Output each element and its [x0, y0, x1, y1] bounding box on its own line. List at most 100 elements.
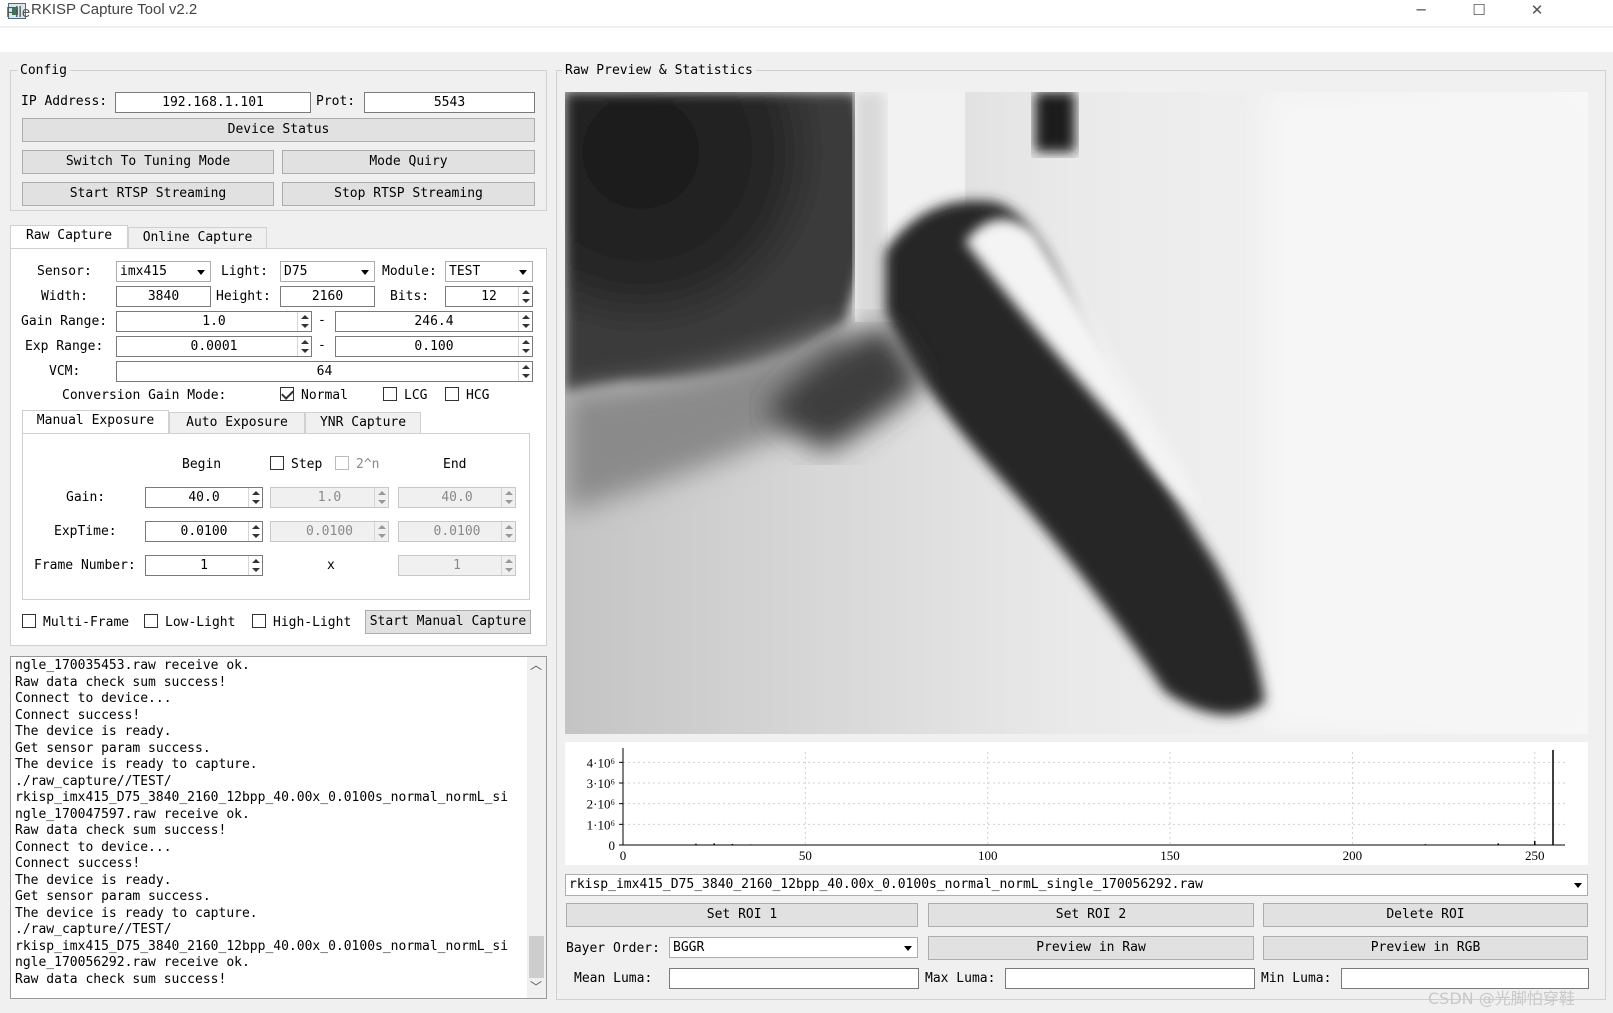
exptime-begin-spinbox[interactable]: 0.0100	[145, 521, 263, 542]
chevron-down-icon	[361, 270, 369, 275]
pow2-checkbox[interactable]	[335, 456, 349, 470]
max-luma-field[interactable]	[1005, 968, 1255, 989]
x-tick-label: 250	[1525, 848, 1545, 863]
start-manual-capture-button[interactable]: Start Manual Capture	[365, 610, 531, 634]
set-roi-1-button[interactable]: Set ROI 1	[566, 903, 918, 927]
height-input[interactable]: 2160	[280, 286, 375, 307]
preview-in-raw-button[interactable]: Preview in Raw	[928, 936, 1254, 960]
mean-luma-label: Mean Luma:	[574, 971, 653, 986]
x-tick-label: 100	[978, 848, 998, 863]
spin-arrows-icon[interactable]	[297, 312, 311, 331]
preview-in-rgb-button[interactable]: Preview in RGB	[1263, 936, 1588, 960]
x-tick-label: 150	[1160, 848, 1180, 863]
spin-arrows-icon[interactable]	[518, 287, 532, 306]
gain-step-value: 1.0	[317, 490, 342, 505]
y-tick-label: 1·10⁶	[587, 817, 615, 832]
cg-normal-checkbox[interactable]	[280, 387, 294, 401]
ip-label: IP Address:	[21, 94, 108, 109]
spin-arrows-icon[interactable]	[248, 522, 262, 541]
gain-begin-spinbox[interactable]: 40.0	[145, 487, 263, 508]
cg-lcg-checkbox[interactable]	[383, 387, 397, 401]
chevron-up-icon[interactable]: ︿	[530, 656, 542, 673]
gain-min-spinbox[interactable]: 1.0	[116, 311, 312, 332]
log-line: Connect success!	[15, 707, 141, 723]
port-input[interactable]: 5543	[364, 92, 535, 113]
multi-frame-checkbox[interactable]	[22, 614, 36, 628]
low-light-checkbox[interactable]	[144, 614, 158, 628]
chevron-down-icon[interactable]: ﹀	[530, 978, 542, 995]
tab-auto-exposure[interactable]: Auto Exposure	[169, 412, 305, 434]
exp-min-spinbox[interactable]: 0.0001	[116, 336, 312, 357]
bayer-order-select[interactable]: BGGR	[669, 937, 918, 958]
spin-arrows-icon[interactable]	[248, 556, 262, 575]
log-line: Get sensor param success.	[15, 740, 211, 756]
exp-max-spinbox[interactable]: 0.100	[335, 336, 533, 357]
log-line: ngle_170035453.raw receive ok.	[15, 658, 250, 673]
exptime-step-spinbox[interactable]: 0.0100	[270, 521, 389, 542]
spin-arrows-icon[interactable]	[518, 312, 532, 331]
step-label: Step	[291, 457, 323, 472]
high-light-checkbox[interactable]	[252, 614, 266, 628]
config-title: Config	[17, 63, 70, 78]
log-line: Get sensor param success.	[15, 889, 211, 904]
gain-max-spinbox[interactable]: 246.4	[335, 311, 533, 332]
stop-rtsp-button[interactable]: Stop RTSP Streaming	[282, 182, 535, 206]
tab-ynr-capture[interactable]: YNR Capture	[305, 412, 421, 434]
frame-end-value: 1	[453, 558, 461, 573]
ip-address-input[interactable]: 192.168.1.101	[115, 92, 311, 113]
spin-arrows-icon[interactable]	[518, 362, 532, 381]
histogram-chart[interactable]: 0 50 100 150 200 250 0 1·10⁶ 2·10⁶ 3·10⁶ 4·10⁶	[565, 742, 1588, 865]
frame-begin-value: 1	[200, 558, 208, 573]
light-select[interactable]: D75	[280, 261, 375, 282]
spin-arrows-icon[interactable]	[374, 522, 388, 541]
frame-end-spinbox[interactable]: 1	[398, 555, 516, 576]
exptime-end-spinbox[interactable]: 0.0100	[398, 521, 516, 542]
y-tick-label: 0	[609, 838, 616, 853]
device-status-button[interactable]: Device Status	[22, 118, 535, 142]
watermark: CSDN @光脚怕穿鞋	[1428, 989, 1575, 1008]
switch-tuning-mode-button[interactable]: Switch To Tuning Mode	[22, 150, 274, 174]
cg-hcg-checkbox[interactable]	[445, 387, 459, 401]
set-roi-2-button[interactable]: Set ROI 2	[928, 903, 1254, 927]
spin-arrows-icon[interactable]	[501, 522, 515, 541]
spin-arrows-icon[interactable]	[297, 337, 311, 356]
log-line: Connect to device...	[15, 691, 172, 706]
log-scrollbar-thumb[interactable]	[529, 936, 544, 978]
spin-arrows-icon[interactable]	[501, 556, 515, 575]
preview-image-svg	[565, 92, 1588, 734]
high-light-label: High-Light	[273, 615, 352, 630]
spin-arrows-icon[interactable]	[374, 488, 388, 507]
title-bar	[0, 0, 1613, 26]
tab-online-capture[interactable]: Online Capture	[128, 227, 267, 249]
gain-max-value: 246.4	[414, 314, 454, 329]
tab-raw-capture[interactable]: Raw Capture	[10, 225, 128, 249]
start-rtsp-button[interactable]: Start RTSP Streaming	[22, 182, 274, 206]
delete-roi-button[interactable]: Delete ROI	[1263, 903, 1588, 927]
bits-spinbox[interactable]: 12	[445, 286, 533, 307]
raw-file-select[interactable]: rkisp_imx415_D75_3840_2160_12bpp_40.00x_…	[565, 874, 1588, 896]
tab-manual-exposure[interactable]: Manual Exposure	[22, 410, 169, 434]
raw-preview-title: Raw Preview & Statistics	[562, 63, 756, 78]
gain-step-spinbox[interactable]: 1.0	[270, 487, 389, 508]
chevron-down-icon	[1574, 883, 1582, 888]
raw-preview-image[interactable]	[565, 92, 1588, 734]
maximize-button[interactable]: ☐	[1456, 0, 1502, 24]
exp-max-value: 0.100	[414, 339, 454, 354]
spin-arrows-icon[interactable]	[501, 488, 515, 507]
sensor-select[interactable]: imx415	[116, 261, 211, 282]
menu-file[interactable]: File	[6, 4, 30, 21]
close-button[interactable]: ✕	[1514, 0, 1560, 24]
module-select[interactable]: TEST	[445, 261, 533, 282]
mode-query-button[interactable]: Mode Quiry	[282, 150, 535, 174]
step-checkbox[interactable]	[270, 456, 284, 470]
log-output[interactable]: ngle_170035453.raw receive ok. Raw data c…	[10, 656, 547, 999]
mean-luma-field[interactable]	[669, 968, 919, 989]
minimize-button[interactable]: ─	[1398, 0, 1444, 24]
cg-hcg-label: HCG	[466, 388, 490, 403]
width-input[interactable]: 3840	[116, 286, 211, 307]
frame-begin-spinbox[interactable]: 1	[145, 555, 263, 576]
spin-arrows-icon[interactable]	[248, 488, 262, 507]
gain-end-spinbox[interactable]: 40.0	[398, 487, 516, 508]
spin-arrows-icon[interactable]	[518, 337, 532, 356]
vcm-spinbox[interactable]: 64	[116, 361, 533, 382]
